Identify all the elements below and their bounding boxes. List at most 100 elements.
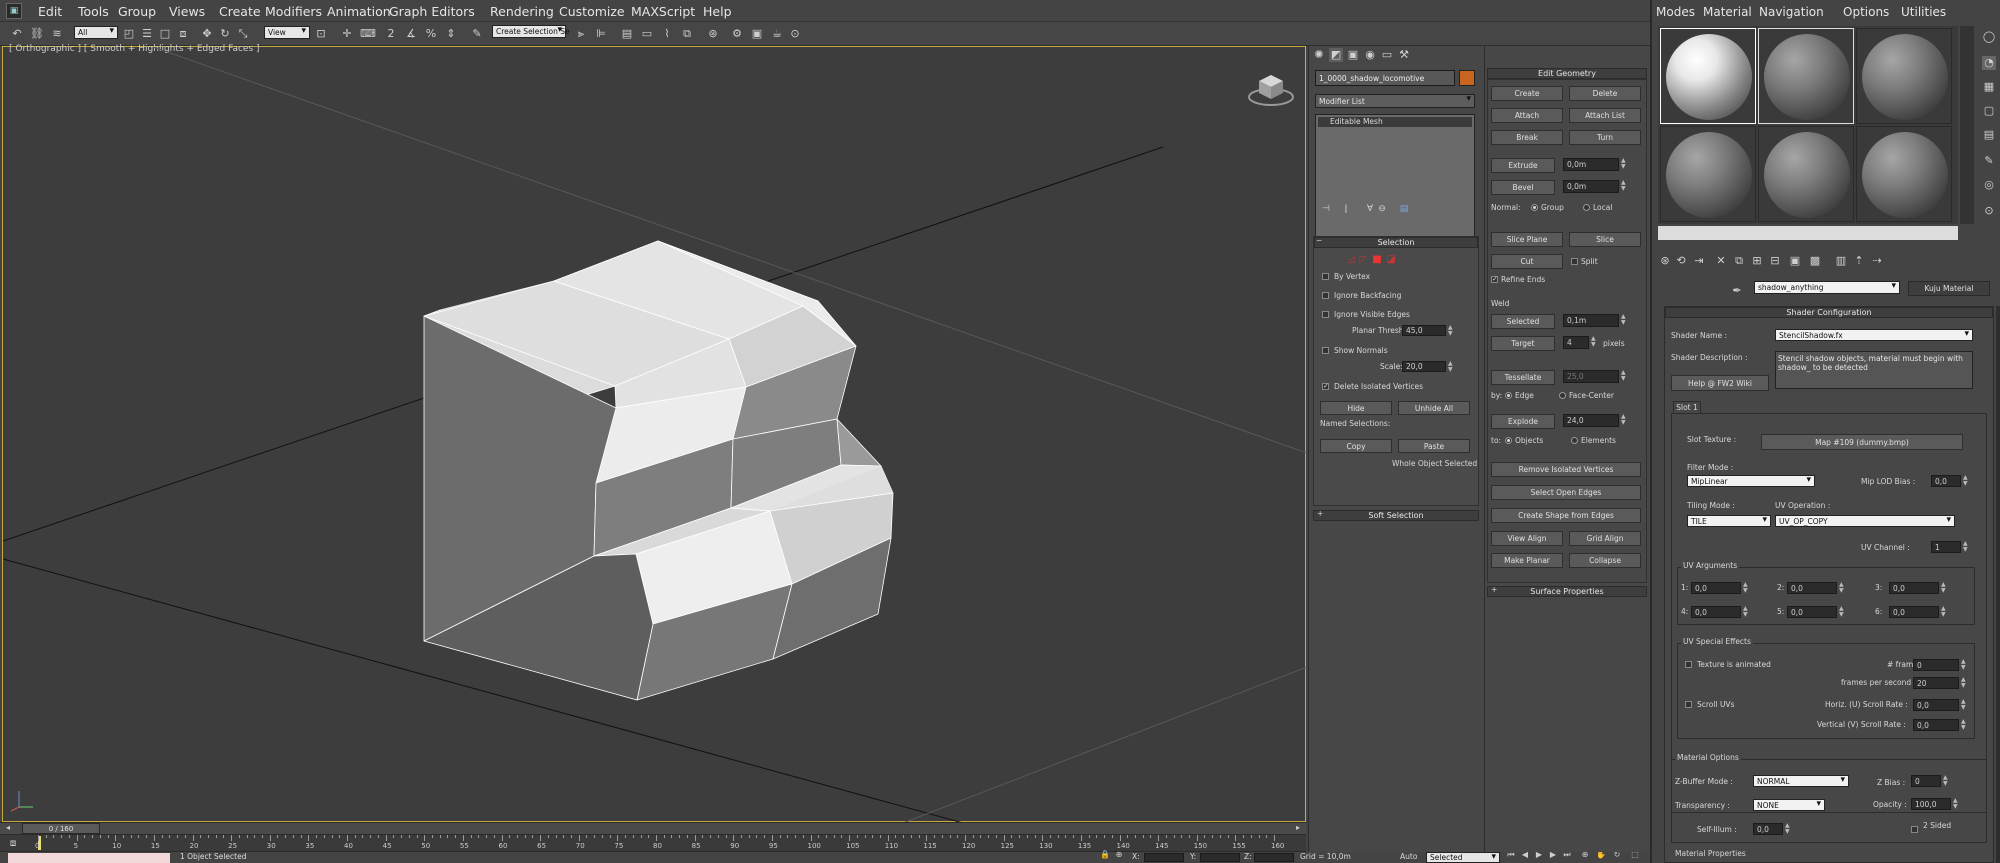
extrude-field[interactable]: 0,0m (1563, 158, 1619, 171)
extrude-button[interactable]: Extrude (1491, 158, 1555, 173)
menu-customize[interactable]: Customize (559, 4, 631, 19)
go-forward-sibling-icon[interactable]: ⇢ (1870, 254, 1884, 268)
hide-button[interactable]: Hide (1320, 401, 1392, 415)
menu-modifiers[interactable]: Modifiers (265, 4, 327, 19)
uv-arg-1-field[interactable]: 0,0 (1691, 582, 1741, 594)
put-to-library-icon[interactable]: ⊟ (1768, 254, 1782, 268)
show-normals-checkbox[interactable] (1322, 347, 1329, 354)
element-mode-icon[interactable]: ◪ (1384, 253, 1398, 267)
render-iterative-icon[interactable]: ⊙ (788, 27, 802, 41)
slice-plane-button[interactable]: Slice Plane (1491, 232, 1563, 247)
elements-radio[interactable] (1571, 437, 1578, 444)
rect-region-icon[interactable]: □ (158, 27, 172, 41)
selection-rollout-title[interactable]: Selection (1314, 237, 1478, 248)
group-radio[interactable] (1531, 204, 1538, 211)
material-name-field[interactable]: shadow_anything (1754, 281, 1900, 294)
uv-operation-dropdown[interactable]: UV_OP_COPY (1775, 515, 1955, 527)
select-by-material-icon[interactable]: ⊙ (1982, 204, 1996, 218)
shader-name-dropdown[interactable]: StencilShadow.fx (1775, 329, 1973, 341)
ref-coord-dropdown[interactable]: View (264, 26, 310, 39)
slot-tab[interactable]: Slot 1 (1673, 401, 1701, 413)
object-color-swatch[interactable] (1459, 70, 1475, 86)
edge-radio[interactable] (1505, 392, 1512, 399)
explode-button[interactable]: Explode (1491, 414, 1555, 429)
show-end-result-mat-icon[interactable]: ▥ (1834, 254, 1848, 268)
put-to-scene-icon[interactable]: ⟲ (1674, 254, 1688, 268)
frames-field[interactable]: 0 (1913, 659, 1959, 671)
motion-tab-icon[interactable]: ◉ (1363, 48, 1377, 62)
extrude-spinner[interactable]: ▲ ▼ (1621, 158, 1627, 170)
layer-manager-icon[interactable]: ▤ (620, 27, 634, 41)
modify-tab-icon[interactable]: ◩ (1329, 48, 1343, 62)
menu-group[interactable]: Group (118, 4, 169, 19)
edit-named-sel-icon[interactable]: ✎ (470, 27, 484, 41)
sample-slot-3[interactable] (1856, 28, 1952, 124)
material-editor-icon[interactable]: ⊛ (706, 27, 720, 41)
create-shape-button[interactable]: Create Shape from Edges (1491, 508, 1641, 523)
opacity-field[interactable]: 100,0 (1911, 798, 1951, 810)
filter-mode-dropdown[interactable]: MipLinear (1687, 475, 1815, 487)
keyboard-shortcut-icon[interactable]: ⌨ (360, 27, 376, 41)
explode-spinner[interactable]: ▲ ▼ (1621, 414, 1627, 426)
uv-arg-2-spinner[interactable]: ▲ ▼ (1839, 582, 1845, 594)
make-planar-button[interactable]: Make Planar (1491, 553, 1563, 568)
vert-scroll-spinner[interactable]: ▲ ▼ (1961, 719, 1967, 731)
zbias-field[interactable]: 0 (1911, 775, 1941, 787)
unhide-all-button[interactable]: Unhide All (1398, 401, 1470, 415)
object-name-field[interactable]: 1_0000_shadow_locomotive (1315, 70, 1455, 86)
scale-field[interactable]: 20,0 (1402, 361, 1446, 372)
scroll-uvs-checkbox[interactable] (1685, 701, 1692, 708)
scale-icon[interactable]: ⤡ (236, 27, 250, 41)
paste-button[interactable]: Paste (1398, 439, 1470, 453)
delete-button[interactable]: Delete (1569, 86, 1641, 101)
render-production-icon[interactable]: ☕ (770, 27, 784, 41)
tessellate-spinner[interactable]: ▲ ▼ (1621, 370, 1627, 382)
selection-filter-dropdown[interactable]: All (74, 26, 118, 39)
selfillum-field[interactable]: 0,0 (1753, 823, 1783, 835)
slots-hscrollbar[interactable] (1658, 226, 1958, 240)
app-icon[interactable]: ▣ (6, 3, 22, 19)
window-crossing-icon[interactable]: ⧈ (176, 27, 190, 41)
mat-menu-utilities[interactable]: Utilities (1901, 5, 1961, 19)
fps-spinner[interactable]: ▲ ▼ (1961, 677, 1967, 689)
material-id-icon[interactable]: ▣ (1788, 254, 1802, 268)
ignore-visible-edges-checkbox[interactable] (1322, 311, 1329, 318)
unlink-icon[interactable]: ≋ (50, 27, 64, 41)
fps-field[interactable]: 20 (1913, 677, 1959, 689)
copy-material-icon[interactable]: ⧉ (1732, 254, 1746, 268)
menu-create[interactable]: Create (219, 4, 265, 19)
reset-map-icon[interactable]: ✕ (1714, 254, 1728, 268)
z-coord-field[interactable] (1254, 853, 1294, 862)
material-type-button[interactable]: Kuju Material (1908, 281, 1990, 296)
sample-slot-4[interactable] (1660, 126, 1756, 222)
uv-tiling-icon[interactable]: ▢ (1982, 104, 1996, 118)
angle-snap-icon[interactable]: ∡ (404, 27, 418, 41)
menu-views[interactable]: Views (169, 4, 219, 19)
scale-spinner[interactable]: ▲ ▼ (1448, 361, 1454, 373)
show-end-result-icon[interactable]: ǀ (1339, 202, 1353, 216)
slot-texture-button[interactable]: Map #109 (dummy.bmp) (1761, 434, 1963, 450)
menu-tools[interactable]: Tools (78, 4, 118, 19)
horiz-scroll-field[interactable]: 0,0 (1913, 699, 1959, 711)
make-unique-mat-icon[interactable]: ⊞ (1750, 254, 1764, 268)
objects-radio[interactable] (1505, 437, 1512, 444)
percent-snap-icon[interactable]: % (424, 27, 438, 41)
tessellate-button[interactable]: Tessellate (1491, 370, 1555, 385)
ribbon-icon[interactable]: ▭ (640, 27, 654, 41)
x-coord-field[interactable] (1144, 853, 1184, 862)
uv-channel-field[interactable]: 1 (1931, 541, 1961, 553)
display-tab-icon[interactable]: ▭ (1380, 48, 1394, 62)
lock-icon[interactable]: 🔒 (1100, 850, 1110, 860)
uv-arg-4-field[interactable]: 0,0 (1691, 606, 1741, 618)
uv-arg-3-field[interactable]: 0,0 (1889, 582, 1939, 594)
uv-arg-4-spinner[interactable]: ▲ ▼ (1743, 606, 1749, 618)
curve-editor-icon[interactable]: ⌇ (660, 27, 674, 41)
auto-key-label[interactable]: Auto (1400, 852, 1417, 861)
slice-button[interactable]: Slice (1569, 232, 1641, 247)
soft-selection-rollout[interactable]: Soft Selection (1313, 510, 1479, 521)
show-map-icon[interactable]: ▩ (1808, 254, 1822, 268)
texture-animated-checkbox[interactable] (1685, 661, 1692, 668)
planar-thresh-spinner[interactable]: ▲ ▼ (1448, 325, 1454, 337)
mat-menu-material[interactable]: Material (1703, 5, 1759, 19)
stack-item-editable-mesh[interactable]: Editable Mesh (1318, 117, 1472, 127)
